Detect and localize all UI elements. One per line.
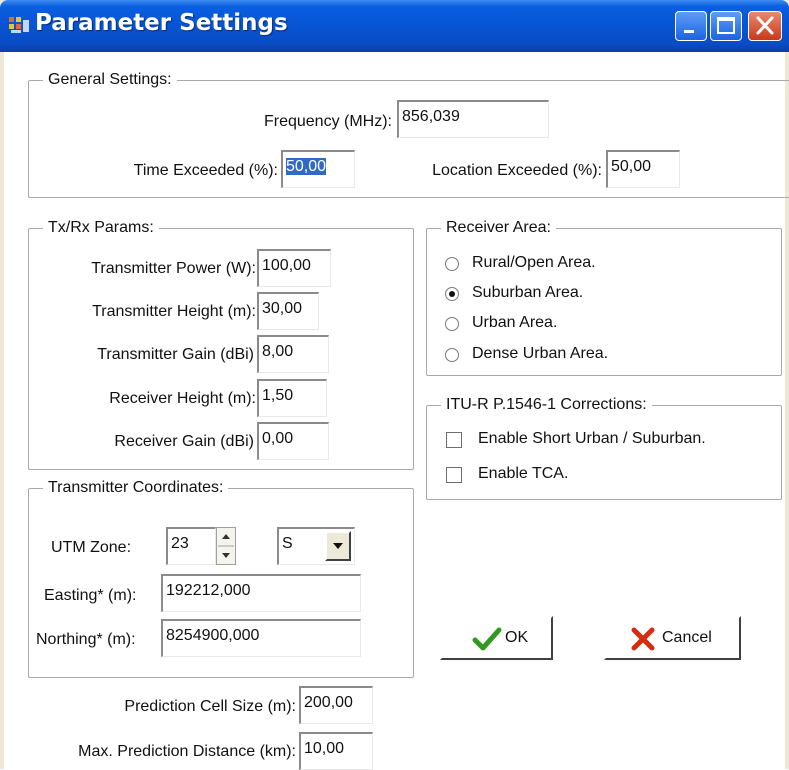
- radio-rural-label: Rural/Open Area.: [472, 254, 596, 271]
- hemisphere-select[interactable]: S: [277, 527, 355, 565]
- prediction-cell-size-label: Prediction Cell Size (m):: [124, 698, 296, 715]
- receiver-area-legend: Receiver Area:: [446, 219, 551, 236]
- utm-zone-input[interactable]: 23: [166, 527, 216, 565]
- checkbox-tca-label: Enable TCA.: [478, 465, 569, 482]
- radio-urban-button[interactable]: [445, 317, 459, 331]
- prediction-cell-size-value: 200,00: [304, 694, 353, 711]
- app-icon: [9, 17, 29, 33]
- rx-gain-label: Receiver Gain (dBi): [114, 433, 254, 450]
- close-button[interactable]: [748, 11, 782, 41]
- time-exceeded-value: 50,00: [286, 158, 327, 175]
- location-exceeded-input[interactable]: 50,00: [606, 150, 680, 188]
- frequency-label: Frequency (MHz):: [263, 113, 392, 130]
- maximize-icon: [717, 17, 735, 34]
- checkbox-short-urban-label: Enable Short Urban / Suburban.: [478, 430, 706, 447]
- northing-label: Northing* (m):: [36, 631, 136, 648]
- txrx-params-legend: Tx/Rx Params:: [48, 219, 154, 236]
- rx-gain-input[interactable]: 0,00: [257, 422, 329, 460]
- radio-dense-urban-button[interactable]: [445, 348, 459, 362]
- tx-height-value: 30,00: [262, 300, 303, 317]
- radio-urban-label: Urban Area.: [472, 314, 558, 331]
- location-exceeded-label: Location Exceeded (%):: [432, 162, 602, 179]
- tx-gain-value: 8,00: [262, 343, 294, 360]
- utm-zone-label: UTM Zone:: [51, 539, 132, 556]
- checkmark-icon: [472, 627, 502, 651]
- tx-gain-input[interactable]: 8,00: [257, 335, 329, 373]
- radio-rural-button[interactable]: [445, 257, 459, 271]
- transmitter-coordinates-legend: Transmitter Coordinates:: [48, 479, 224, 496]
- frequency-value: 856,039: [402, 108, 460, 125]
- hemisphere-value: S: [282, 535, 293, 552]
- close-icon: [756, 16, 774, 35]
- frequency-input[interactable]: 856,039: [397, 100, 549, 138]
- parameter-settings-window: Parameter Settings General Settings: Fre…: [0, 0, 789, 770]
- cancel-label: Cancel: [662, 629, 712, 646]
- radio-suburban-button[interactable]: [445, 287, 459, 301]
- checkbox-short-urban-box[interactable]: [446, 432, 462, 448]
- cancel-button[interactable]: Cancel: [604, 616, 741, 660]
- maximize-button[interactable]: [710, 11, 742, 41]
- time-exceeded-input[interactable]: 50,00: [281, 150, 355, 188]
- window-title: Parameter Settings: [35, 10, 288, 36]
- easting-input[interactable]: 192212,000: [161, 574, 361, 612]
- max-prediction-distance-value: 10,00: [304, 740, 345, 757]
- spinner-arrows-icon: [218, 534, 234, 558]
- easting-label: Easting* (m):: [44, 587, 137, 604]
- location-exceeded-value: 50,00: [611, 158, 652, 175]
- chevron-down-icon: [333, 543, 343, 549]
- hemisphere-dropdown-button[interactable]: [325, 531, 351, 561]
- itu-corrections-legend: ITU-R P.1546-1 Corrections:: [446, 396, 647, 413]
- ok-button[interactable]: OK: [440, 616, 553, 660]
- utm-zone-value: 23: [171, 535, 189, 552]
- easting-value: 192212,000: [166, 582, 251, 599]
- northing-input[interactable]: 8254900,000: [161, 619, 361, 657]
- rx-gain-value: 0,00: [262, 430, 294, 447]
- tx-height-input[interactable]: 30,00: [257, 292, 319, 330]
- northing-value: 8254900,000: [166, 627, 260, 644]
- ok-label: OK: [505, 629, 529, 646]
- radio-suburban-label: Suburban Area.: [472, 284, 584, 301]
- x-icon: [631, 627, 655, 651]
- max-prediction-distance-label: Max. Prediction Distance (km):: [78, 743, 296, 760]
- prediction-cell-size-input[interactable]: 200,00: [299, 686, 373, 724]
- rx-height-label: Receiver Height (m):: [109, 390, 256, 407]
- rx-height-input[interactable]: 1,50: [257, 379, 327, 417]
- tx-power-value: 100,00: [262, 257, 311, 274]
- rx-height-value: 1,50: [262, 387, 294, 404]
- general-settings-legend: General Settings:: [48, 71, 172, 88]
- minimize-button[interactable]: [675, 11, 707, 41]
- tx-gain-label: Transmitter Gain (dBi): [97, 346, 254, 363]
- minimize-icon: [684, 30, 694, 33]
- dialog-client-area: General Settings: Frequency (MHz): 856,0…: [4, 52, 789, 770]
- time-exceeded-label: Time Exceeded (%):: [133, 162, 278, 179]
- checkbox-tca-box[interactable]: [446, 467, 462, 483]
- title-bar[interactable]: Parameter Settings: [0, 0, 789, 52]
- tx-height-label: Transmitter Height (m):: [92, 303, 256, 320]
- max-prediction-distance-input[interactable]: 10,00: [299, 732, 373, 770]
- tx-power-label: Transmitter Power (W):: [91, 260, 256, 277]
- utm-zone-spinner[interactable]: [216, 527, 236, 565]
- tx-power-input[interactable]: 100,00: [257, 249, 331, 287]
- radio-dense-urban-label: Dense Urban Area.: [472, 345, 609, 362]
